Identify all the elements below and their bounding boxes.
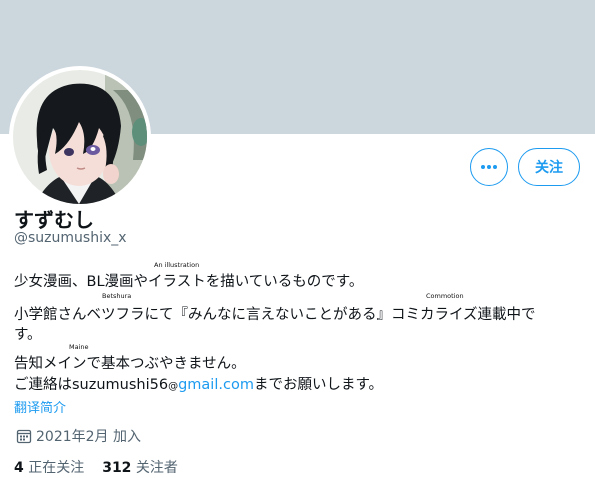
bio-line-3: 告知メインで基本つぶやきません。 [14, 356, 246, 372]
follow-stats: 4 正在关注 312 关注者 [14, 457, 196, 477]
email-link[interactable]: gmail.com [178, 377, 254, 393]
following-link[interactable]: 4 正在关注 [14, 460, 84, 476]
annotation-illustration: An illustration [154, 261, 200, 269]
more-options-button[interactable] [470, 148, 508, 186]
bio-line-2-wrap: す。 [14, 327, 42, 343]
annotation-maine: Maine [69, 343, 89, 351]
followers-count: 312 [102, 460, 132, 476]
more-icon [481, 165, 497, 169]
following-count: 4 [14, 460, 24, 476]
calendar-icon [16, 429, 32, 444]
contact-prefix: ご連絡はsuzumushi56 [14, 377, 169, 393]
following-label: 正在关注 [28, 460, 85, 476]
bio-line-4: ご連絡はsuzumushi56@gmail.comまでお願いします。 [14, 373, 383, 394]
followers-label: 关注者 [135, 460, 178, 476]
followers-link[interactable]: 312 关注者 [102, 460, 178, 476]
at-symbol: @ [168, 381, 179, 392]
joined-text: 2021年2月 加入 [36, 429, 141, 445]
annotation-commotion: Commotion [426, 292, 464, 300]
translate-bio-link[interactable]: 翻译简介 [14, 397, 66, 416]
bio-line-1: 少女漫画、BL漫画やイラストを描いているものです。 [14, 274, 364, 290]
bio-line-2: 小学館さんベツフラにて『みんなに言えないことがある』コミカライズ連載中で [14, 307, 536, 323]
joined-date: 2021年2月 加入 [16, 426, 141, 446]
avatar-illustration [13, 70, 147, 204]
annotation-betshura: Betshura [102, 292, 132, 300]
contact-suffix: までお願いします。 [253, 377, 384, 393]
follow-button[interactable]: 关注 [518, 148, 580, 186]
avatar[interactable] [13, 70, 147, 204]
display-name: すずむし [14, 208, 94, 232]
user-handle: @suzumushix_x [14, 230, 127, 246]
